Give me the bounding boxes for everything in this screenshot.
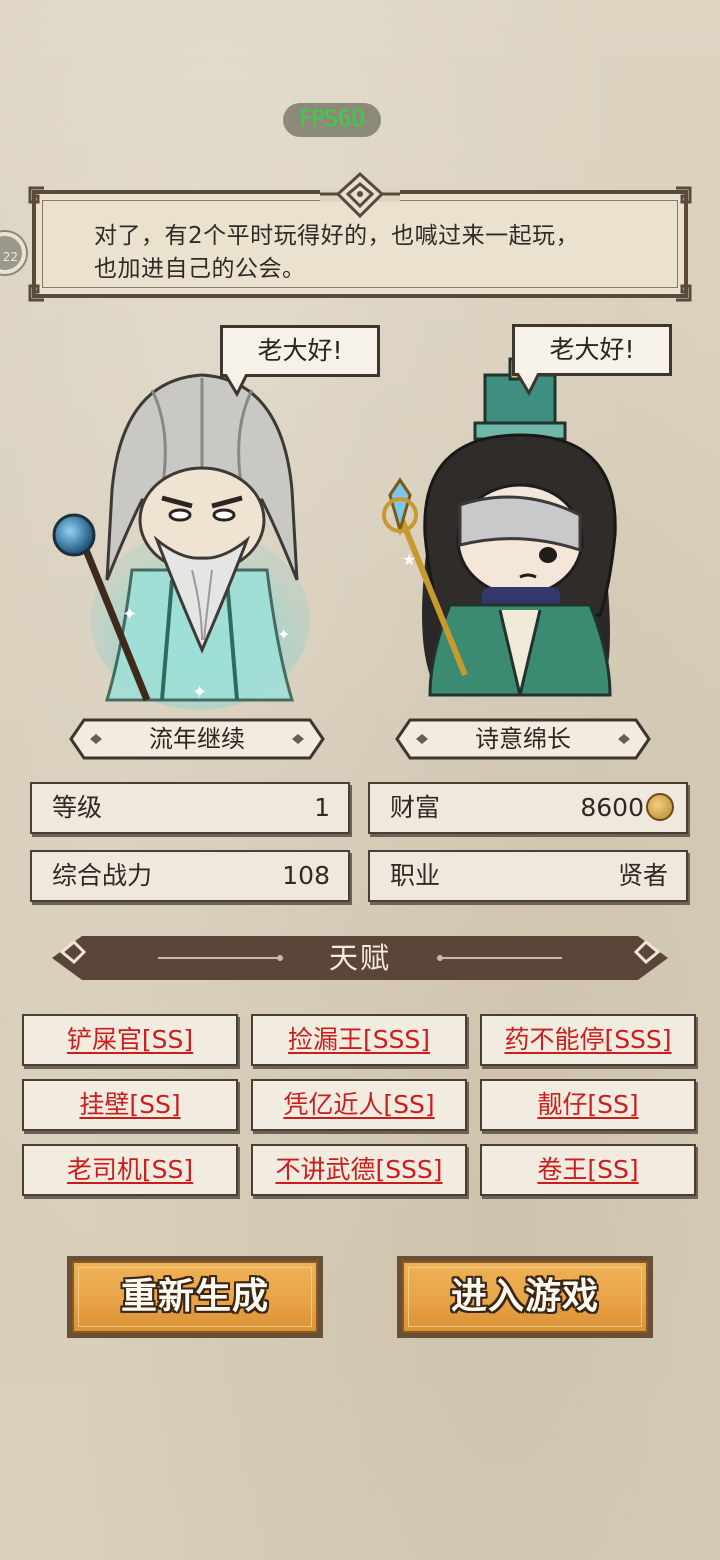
stat-level: 等级 1 — [30, 782, 350, 834]
enter-game-button-label: 进入游戏 — [450, 1276, 599, 1317]
stat-wealth: 财富 8600 — [368, 782, 688, 834]
character-nameplate-left: 流年继续 — [68, 717, 326, 761]
talent-item[interactable]: 药不能停[SSS] — [480, 1014, 696, 1066]
stat-wealth-label: 财富 — [390, 793, 441, 822]
dialog-text: 对了，有2个平时玩得好的，也喊过来一起玩， 也加进自己的公会。 — [94, 220, 654, 286]
speech-bubble-right: 老大好! — [512, 324, 672, 397]
young-scholar-portrait: ★ — [382, 357, 617, 697]
svg-text:✦: ✦ — [122, 604, 137, 625]
character-name-right: 诗意绵长 — [475, 725, 571, 753]
stat-level-value: 1 — [314, 793, 330, 822]
stat-profession: 职业 贤者 — [368, 850, 688, 902]
stat-wealth-value: 8600 — [580, 793, 644, 822]
character-name-left: 流年继续 — [149, 725, 245, 753]
coin-icon — [646, 793, 674, 821]
talent-item[interactable]: 捡漏王[SSS] — [251, 1014, 467, 1066]
stat-level-label: 等级 — [52, 793, 103, 822]
stat-power-value: 108 — [282, 861, 330, 890]
talent-item[interactable]: 老司机[SS] — [22, 1144, 238, 1196]
talent-item[interactable]: 不讲武德[SSS] — [251, 1144, 467, 1196]
regenerate-button-label: 重新生成 — [120, 1276, 269, 1317]
dialog-line-1: 对了，有2个平时玩得好的，也喊过来一起玩， — [94, 223, 580, 249]
speech-bubble-left: 老大好! — [220, 325, 380, 398]
stat-power: 综合战力 108 — [30, 850, 350, 902]
enter-game-button[interactable]: 进入游戏 — [397, 1256, 653, 1338]
talent-item[interactable]: 凭亿近人[SS] — [251, 1079, 467, 1131]
dialog-top-emblem — [320, 172, 400, 218]
character-nameplate-right: 诗意绵长 — [394, 717, 652, 761]
fps-counter: FPS60 — [283, 103, 381, 137]
dialog-left-ornament — [28, 186, 44, 302]
stat-power-label: 综合战力 — [52, 861, 153, 890]
speech-bubble-left-text: 老大好! — [257, 336, 343, 365]
stat-wealth-value-wrap: 8600 — [580, 784, 674, 832]
talent-item[interactable]: 挂壁[SS] — [22, 1079, 238, 1131]
talent-item[interactable]: 靓仔[SS] — [480, 1079, 696, 1131]
talent-title: 天赋 — [328, 941, 391, 975]
svg-text:✦: ✦ — [192, 682, 207, 703]
talent-item[interactable]: 铲屎官[SS] — [22, 1014, 238, 1066]
dialog-right-ornament — [676, 186, 692, 302]
speech-bubble-right-text: 老大好! — [549, 335, 635, 364]
dialog-line-2: 也加进自己的公会。 — [94, 256, 306, 282]
talent-item[interactable]: 卷王[SS] — [480, 1144, 696, 1196]
stat-profession-label: 职业 — [390, 861, 441, 890]
svg-text:✦: ✦ — [277, 625, 290, 644]
stat-profession-value: 贤者 — [617, 861, 668, 890]
elder-sage-portrait: ✦ ✦ ✦ — [52, 373, 310, 710]
svg-text:★: ★ — [402, 550, 416, 569]
regenerate-button[interactable]: 重新生成 — [67, 1256, 323, 1338]
